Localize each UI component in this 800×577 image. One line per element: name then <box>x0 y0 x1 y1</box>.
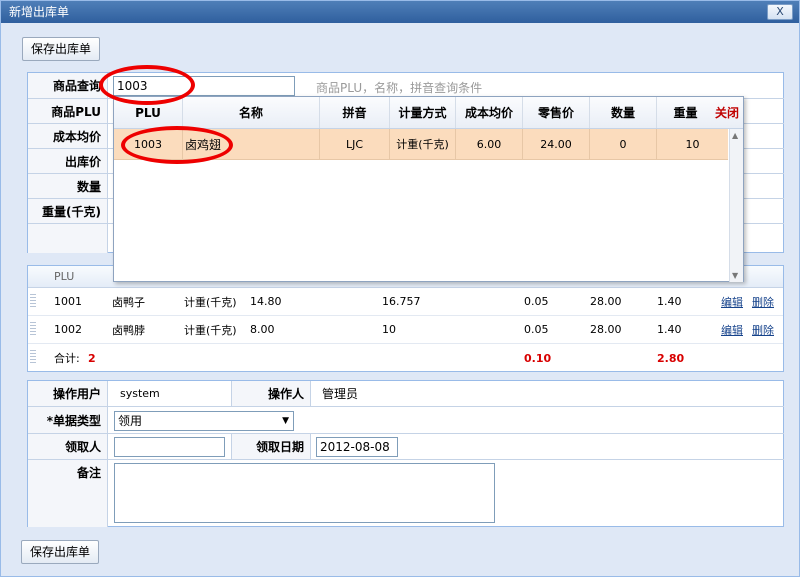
result-weight: 10 <box>685 137 700 151</box>
col-qty: 数量 <box>590 97 657 128</box>
receiver-input[interactable] <box>114 437 225 457</box>
grid-header-plu: PLU <box>54 270 75 283</box>
empty-label <box>28 224 108 253</box>
col-weight: 重量 <box>673 106 698 120</box>
result-method: 计重(千克) <box>390 129 456 159</box>
cell-plu: 1001 <box>54 295 82 308</box>
popup-header: PLU 名称 拼音 计量方式 成本均价 零售价 数量 重量 关闭 <box>114 97 743 129</box>
cell-retail: 28.00 <box>590 323 622 336</box>
qty-label: 数量 <box>28 174 108 198</box>
delete-link[interactable]: 删除 <box>752 316 774 343</box>
cell-plu: 1002 <box>54 323 82 336</box>
drag-handle-icon[interactable] <box>30 294 36 308</box>
annotation-oval-result <box>121 126 233 164</box>
popup-close-link[interactable]: 关闭 <box>712 97 742 128</box>
col-retail: 零售价 <box>523 97 590 128</box>
weight-label: 重量(千克) <box>28 199 108 223</box>
result-avg-cost: 6.00 <box>456 129 523 159</box>
annotation-oval-search <box>99 65 195 105</box>
result-pinyin: LJC <box>320 129 390 159</box>
summary-count: 2 <box>88 351 96 365</box>
note-label: 备注 <box>28 460 108 527</box>
avg-cost-label: 成本均价 <box>28 124 108 148</box>
window-title: 新增出库单 <box>9 5 70 19</box>
scroll-up-icon[interactable]: ▲ <box>732 131 738 140</box>
cell-total: 10 <box>382 323 396 336</box>
cell-retail: 28.00 <box>590 295 622 308</box>
edit-link[interactable]: 编辑 <box>721 316 743 343</box>
search-hint: 商品PLU，名称，拼音查询条件 <box>316 81 483 95</box>
row-receiver: 领取人 领取日期 2012-08-08 <box>28 434 784 460</box>
cell-price: 14.80 <box>250 295 282 308</box>
cell-method: 计重(千克) <box>184 323 237 337</box>
info-form: 操作用户 system 操作人 管理员 *单据类型 领用 ▼ 领取人 领取日期 … <box>27 380 784 527</box>
col-pinyin: 拼音 <box>320 97 390 128</box>
save-button-bottom[interactable]: 保存出库单 <box>21 540 100 564</box>
receive-date-label: 领取日期 <box>231 434 311 459</box>
summary-row: 合计: 2 0.10 2.80 <box>28 344 783 372</box>
edit-link[interactable]: 编辑 <box>721 288 743 315</box>
cell-total: 16.757 <box>382 295 421 308</box>
cell-name: 卤鸭子 <box>112 295 145 309</box>
outbound-dialog: 新增出库单 X 保存出库单 商品查询 1003 商品PLU，名称，拼音查询条件 … <box>0 0 800 577</box>
col-avg-cost: 成本均价 <box>456 97 523 128</box>
note-textarea[interactable] <box>114 463 495 523</box>
doc-type-value: 领用 <box>118 414 143 428</box>
operator-label: 操作人 <box>231 381 311 406</box>
summary-weight-total: 2.80 <box>657 351 685 365</box>
col-name: 名称 <box>183 97 320 128</box>
top-toolbar: 保存出库单 <box>2 25 798 65</box>
out-price-label: 出库价 <box>28 149 108 173</box>
cell-name: 卤鸭脖 <box>112 323 145 337</box>
close-icon[interactable]: X <box>767 4 793 20</box>
operator-user-value: system <box>120 387 160 400</box>
chevron-down-icon[interactable]: ▼ <box>282 412 289 430</box>
save-button-top[interactable]: 保存出库单 <box>22 37 101 61</box>
table-row[interactable]: 1001 卤鸭子 计重(千克) 14.80 16.757 0.05 28.00 … <box>28 288 783 316</box>
search-results-popup: PLU 名称 拼音 计量方式 成本均价 零售价 数量 重量 关闭 1003 卤鸡… <box>113 96 744 282</box>
popup-scrollbar[interactable]: ▲ ▼ <box>729 129 743 282</box>
summary-label: 合计: <box>54 352 80 365</box>
result-qty: 0 <box>590 129 657 159</box>
summary-qty-total: 0.10 <box>524 351 552 365</box>
row-doc-type: *单据类型 领用 ▼ <box>28 407 784 434</box>
search-label: 商品查询 <box>28 73 108 98</box>
result-retail: 24.00 <box>523 129 590 159</box>
receive-date-input[interactable]: 2012-08-08 <box>316 437 398 457</box>
delete-link[interactable]: 删除 <box>752 288 774 315</box>
receiver-label: 领取人 <box>28 434 108 459</box>
cell-weight: 1.40 <box>657 323 682 336</box>
scroll-down-icon[interactable]: ▼ <box>732 271 738 280</box>
plu-label: 商品PLU <box>28 99 108 123</box>
cell-weight: 1.40 <box>657 295 682 308</box>
operator-value: 管理员 <box>322 387 359 401</box>
cell-qty: 0.05 <box>524 323 549 336</box>
doc-type-select[interactable]: 领用 ▼ <box>114 411 294 431</box>
drag-handle-icon[interactable] <box>30 322 36 336</box>
row-operator: 操作用户 system 操作人 管理员 <box>28 381 784 407</box>
drag-handle-icon <box>30 350 36 364</box>
table-row[interactable]: 1002 卤鸭脖 计重(千克) 8.00 10 0.05 28.00 1.40 … <box>28 316 783 344</box>
col-method: 计量方式 <box>390 97 456 128</box>
doc-type-label: *单据类型 <box>28 407 108 433</box>
cell-price: 8.00 <box>250 323 275 336</box>
cell-qty: 0.05 <box>524 295 549 308</box>
operator-user-label: 操作用户 <box>28 381 108 406</box>
title-bar: 新增出库单 X <box>1 1 799 23</box>
cell-method: 计重(千克) <box>184 295 237 309</box>
row-note: 备注 <box>28 460 784 527</box>
